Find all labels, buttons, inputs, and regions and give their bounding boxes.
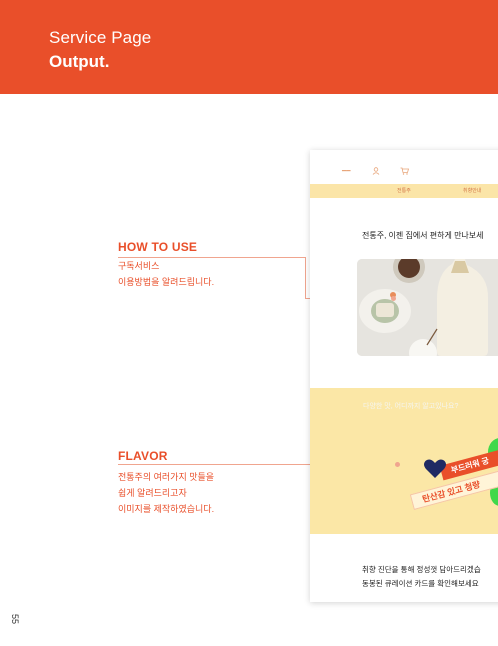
mockup-bottom-line-2: 동봉된 큐레이션 카드를 확인해보세요 <box>362 579 479 588</box>
flavor-line-3: 이미지를 제작하였습니다. <box>118 504 215 514</box>
page-number: 55 <box>10 614 20 625</box>
mockup-lead-text: 전통주, 이젠 집에서 편하게 만나보세 <box>362 231 484 240</box>
how-to-use-connector-v <box>305 257 306 298</box>
website-mockup: ━━ 전통주 취향안내 전통주, 이젠 집에서 편하게 만나보세 다양한 맛, … <box>310 150 498 602</box>
header-band: Service Page Output. <box>0 0 498 94</box>
how-to-use-line-2: 이용방법을 알려드립니다. <box>118 277 215 287</box>
nav-item-taste-guide[interactable]: 취향안내 <box>463 187 481 194</box>
menu-icon[interactable]: ━━ <box>342 167 350 175</box>
how-to-use-line-1: 구독서비스 <box>118 261 160 271</box>
how-to-use-connector-dot <box>391 296 396 301</box>
mockup-topbar: ━━ <box>310 150 498 184</box>
mockup-bottom-line-1: 취향 진단을 통해 정성껏 담아드리겠습 <box>362 565 481 574</box>
how-to-use-underline <box>118 257 306 258</box>
nav-item-traditional-liquor[interactable]: 전통주 <box>397 187 411 194</box>
food-photo <box>357 259 498 356</box>
user-icon[interactable] <box>372 167 380 177</box>
flavor-question: 다양한 맛, 어디까지 알고있나요? <box>363 403 459 410</box>
how-to-use-title: HOW TO USE <box>118 240 198 254</box>
header-subtitle: Output. <box>49 52 110 71</box>
cart-icon[interactable] <box>400 167 410 177</box>
flavor-title: FLAVOR <box>118 449 168 463</box>
flavor-line-2: 쉽게 알려드리고자 <box>118 488 187 498</box>
flavor-line-1: 전통주의 여러가지 맛들을 <box>118 472 215 482</box>
heart-icon <box>424 459 446 478</box>
mockup-navbar: 전통주 취향안내 <box>310 184 498 198</box>
header-title: Service Page <box>49 28 152 47</box>
flavor-connector-dot <box>395 462 400 467</box>
